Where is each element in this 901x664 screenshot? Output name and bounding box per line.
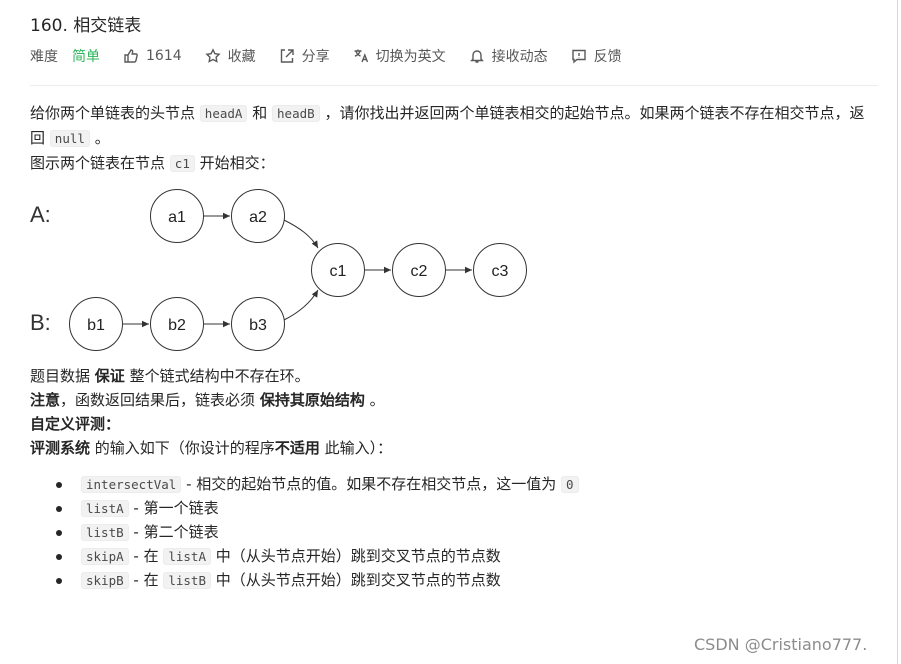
bell-icon <box>469 50 484 63</box>
text: 开始相交： <box>199 154 275 172</box>
text: - 相交的起始节点的值。如果不存在相交节点，这一值为 <box>181 475 562 493</box>
text: 。 <box>94 129 110 147</box>
frame-edge <box>897 0 898 664</box>
node-label: c2 <box>411 263 428 280</box>
list-item: listA - 第一个链表 <box>56 496 880 520</box>
header-divider <box>30 85 878 86</box>
node-label: a1 <box>168 209 186 226</box>
no-cycle-note: 题目数据 保证 整个链式结构中不存在环。 <box>30 364 880 388</box>
problem-meta-bar: 难度 简单 1614 收藏 分享 切换为英文 接收动态 反馈 <box>30 44 645 68</box>
switch-language-button[interactable]: 切换为英文 <box>353 46 446 66</box>
switch-language-label: 切换为英文 <box>375 49 446 65</box>
inline-code: listB <box>81 524 129 541</box>
custom-judge-heading: 自定义评测： <box>30 415 121 433</box>
text: - 第一个链表 <box>128 499 219 517</box>
edge-b3-c1 <box>283 289 319 321</box>
judge-param-list: intersectVal - 相交的起始节点的值。如果不存在相交节点，这一值为 … <box>56 472 880 592</box>
problem-description: 给你两个单链表的头节点 headA 和 headB ，请你找出并返回两个单链表相… <box>30 101 880 592</box>
inline-code: null <box>49 130 90 147</box>
feedback-icon <box>571 49 586 64</box>
node-label: b1 <box>87 317 105 334</box>
list-item: skipA - 在 listA 中（从头节点开始）跳到交叉节点的节点数 <box>56 544 880 568</box>
bold-text: 注意 <box>30 391 61 409</box>
share-label: 分享 <box>301 49 330 65</box>
inline-code: intersectVal <box>81 476 182 493</box>
inline-code: skipB <box>81 572 129 589</box>
linked-list-diagram: A: B: a1 a2 b1 b2 b3 c1 c2 c3 <box>28 184 548 364</box>
node-c1: c1 <box>311 243 365 297</box>
node-label: b3 <box>249 317 267 334</box>
difficulty-label: 难度 <box>30 49 58 65</box>
list-item: intersectVal - 相交的起始节点的值。如果不存在相交节点，这一值为 … <box>56 472 880 496</box>
share-button[interactable]: 分享 <box>279 46 330 66</box>
figure-caption: 图示两个链表在节点 c1 开始相交： <box>30 151 880 176</box>
text: 整个链式结构中不存在环。 <box>129 367 310 385</box>
like-button[interactable]: 1614 <box>123 48 182 64</box>
inline-code: c1 <box>169 155 195 172</box>
notify-button[interactable]: 接收动态 <box>469 46 548 66</box>
text: 的输入如下（你设计的程序 <box>94 439 275 457</box>
thumbs-up-icon <box>124 49 138 63</box>
list-item: skipB - 在 listB 中（从头节点开始）跳到交叉节点的节点数 <box>56 568 880 592</box>
node-label: a2 <box>249 209 267 226</box>
bold-text: 评测系统 <box>30 439 91 457</box>
text: 中（从头节点开始）跳到交叉节点的节点数 <box>211 547 501 565</box>
text: - 第二个链表 <box>128 523 219 541</box>
inline-code: skipA <box>81 548 129 565</box>
node-label: c3 <box>492 263 509 280</box>
inline-code: headA <box>199 105 248 122</box>
attention-note: 注意，函数返回结果后，链表必须 保持其原始结构 。 <box>30 388 880 412</box>
node-a2: a2 <box>231 189 285 243</box>
text: 中（从头节点开始）跳到交叉节点的节点数 <box>211 571 501 589</box>
difficulty-value: 简单 <box>72 49 100 65</box>
list-b-label: B: <box>30 310 51 335</box>
favorite-label: 收藏 <box>227 49 256 65</box>
feedback-button[interactable]: 反馈 <box>571 46 622 66</box>
node-b1: b1 <box>69 297 123 351</box>
text: - 在 <box>128 571 164 589</box>
judge-input-intro: 评测系统 的输入如下（你设计的程序不适用 此输入）： <box>30 436 880 460</box>
bold-text: 保证 <box>94 367 125 385</box>
list-item: listB - 第二个链表 <box>56 520 880 544</box>
feedback-label: 反馈 <box>593 49 622 65</box>
like-count: 1614 <box>146 48 182 64</box>
star-icon <box>205 48 221 63</box>
text: 。 <box>369 391 385 409</box>
text: 题目数据 <box>30 367 91 385</box>
diagram-svg: A: B: a1 a2 b1 b2 b3 c1 c2 c3 <box>30 189 527 351</box>
inline-code: listA <box>163 548 211 565</box>
favorite-button[interactable]: 收藏 <box>205 46 256 66</box>
node-b2: b2 <box>150 297 204 351</box>
share-icon <box>280 49 294 63</box>
page-title: 160. 相交链表 <box>30 16 142 36</box>
description-paragraph: 给你两个单链表的头节点 headA 和 headB ，请你找出并返回两个单链表相… <box>30 101 875 151</box>
watermark: CSDN @Cristiano777. <box>694 635 868 654</box>
node-label: b2 <box>168 317 186 334</box>
inline-code: listA <box>81 500 129 517</box>
text: 和 <box>252 104 268 122</box>
list-a-label: A: <box>30 202 51 227</box>
node-c2: c2 <box>392 243 446 297</box>
inline-code: headB <box>272 105 320 122</box>
text: 给你两个单链表的头节点 <box>30 104 196 122</box>
notify-label: 接收动态 <box>491 49 548 65</box>
inline-code: listB <box>163 572 211 589</box>
node-a1: a1 <box>150 189 204 243</box>
text: 图示两个链表在节点 <box>30 154 166 172</box>
inline-code: 0 <box>561 476 579 493</box>
node-b3: b3 <box>231 297 285 351</box>
text: ，函数返回结果后，链表必须 <box>60 391 256 409</box>
node-c3: c3 <box>473 243 527 297</box>
edge-a2-c1 <box>283 219 319 249</box>
bold-text: 不适用 <box>274 439 320 457</box>
text: - 在 <box>128 547 164 565</box>
translate-icon <box>354 49 368 63</box>
bold-text: 保持其原始结构 <box>259 391 365 409</box>
node-label: c1 <box>330 263 347 280</box>
text: 此输入）： <box>324 439 393 457</box>
